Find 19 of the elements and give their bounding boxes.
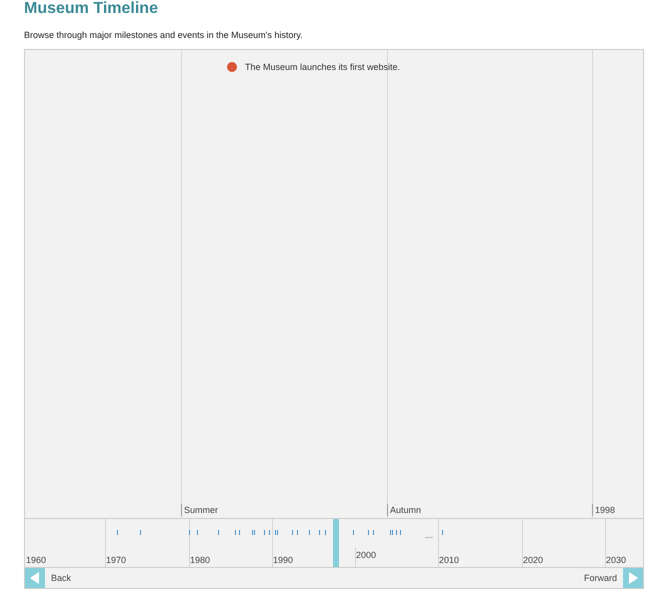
- overview-band[interactable]: 1960 1970 1980 1990 2000 2010 2020 2030: [25, 519, 643, 567]
- forward-button[interactable]: Forward: [584, 568, 643, 588]
- page-title: Museum Timeline: [24, 0, 158, 18]
- visible-range-marker[interactable]: [333, 519, 339, 567]
- back-button[interactable]: Back: [25, 568, 72, 588]
- page-description: Browse through major milestones and events in the Museum's history.: [24, 30, 303, 40]
- band-label: 1998: [592, 504, 616, 516]
- event-title[interactable]: The Museum launches its first website.: [245, 62, 400, 72]
- year-label: 1990: [272, 554, 294, 566]
- band-label: Autumn: [387, 504, 422, 516]
- year-label: 2000: [355, 549, 376, 561]
- year-label: 1970: [105, 554, 126, 566]
- year-label: 2020: [522, 554, 544, 566]
- year-label: 2030: [605, 554, 626, 566]
- year-label: 1980: [189, 554, 210, 566]
- band-label: Summer: [181, 504, 218, 516]
- year-label: 2010: [438, 554, 460, 566]
- year-label: 1960: [25, 554, 46, 566]
- event-dot-icon[interactable]: [227, 62, 237, 72]
